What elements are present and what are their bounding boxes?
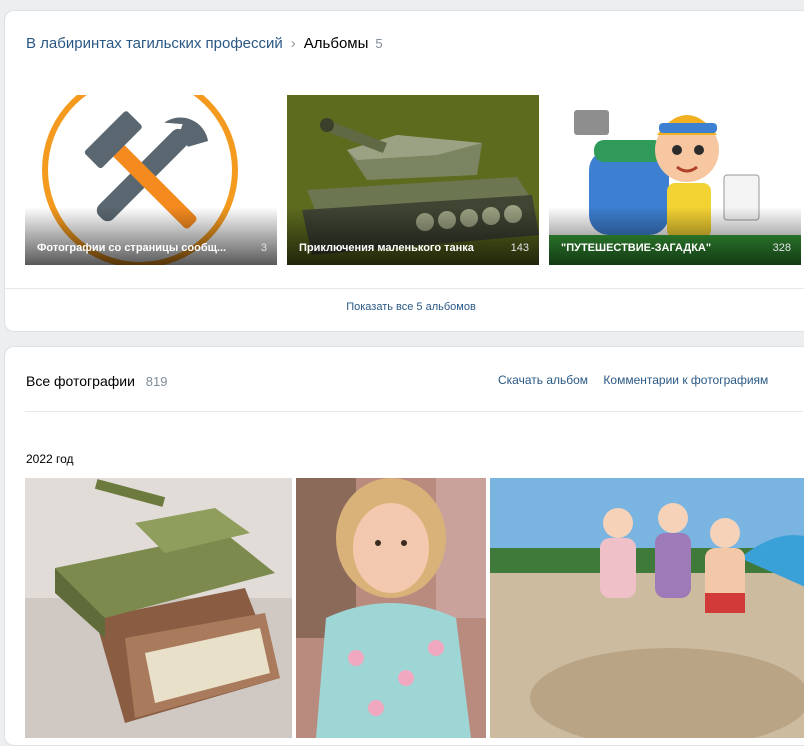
photos-count: 819	[145, 374, 168, 389]
photo-thumbnail[interactable]	[490, 478, 804, 738]
chevron-right-icon: ›	[290, 35, 296, 52]
breadcrumb-group-link[interactable]: В лабиринтах тагильских профессий	[26, 35, 283, 52]
album-photo-count: 328	[772, 242, 791, 254]
album-photo-count: 143	[510, 242, 529, 254]
divider	[5, 288, 804, 289]
album-count: 5	[375, 36, 383, 51]
photos-header: Все фотографии 819	[26, 373, 167, 389]
album-title: "ПУТЕШЕСТВИЕ-ЗАГАДКА"	[561, 242, 712, 254]
breadcrumb-current: Альбомы	[303, 35, 369, 52]
album-caption	[287, 207, 539, 265]
download-album-link[interactable]: Скачать альбом	[498, 373, 588, 387]
albums-row: Фотографии со страницы сообщ... 3 Приклю…	[25, 95, 801, 265]
photo-image	[490, 478, 804, 738]
album-caption	[549, 207, 801, 265]
album-title: Приключения маленького танка	[299, 242, 474, 254]
photo-image	[296, 478, 486, 738]
show-all-albums-link[interactable]: Показать все 5 альбомов	[5, 301, 804, 313]
breadcrumb: В лабиринтах тагильских профессий › Альб…	[26, 35, 383, 52]
photo-image	[25, 478, 292, 738]
photo-comments-link[interactable]: Комментарии к фотографиям	[603, 373, 768, 387]
photo-row	[25, 478, 804, 738]
divider	[25, 411, 803, 412]
photos-card: Все фотографии 819 Скачать альбом Коммен…	[4, 346, 804, 746]
album-title: Фотографии со страницы сообщ...	[37, 242, 227, 254]
photo-thumbnail[interactable]	[296, 478, 486, 738]
album-photo-count: 3	[260, 242, 267, 254]
photo-thumbnail[interactable]	[25, 478, 292, 738]
album-tile[interactable]: Приключения маленького танка 143	[287, 95, 539, 265]
photos-actions: Скачать альбом Комментарии к фотографиям	[498, 373, 768, 387]
photos-title: Все фотографии	[26, 373, 135, 389]
albums-card: В лабиринтах тагильских профессий › Альб…	[4, 10, 804, 332]
album-tile[interactable]: Фотографии со страницы сообщ... 3	[25, 95, 277, 265]
year-label: 2022 год	[26, 452, 74, 466]
album-caption	[25, 207, 277, 265]
album-tile[interactable]: "ПУТЕШЕСТВИЕ-ЗАГАДКА" 328	[549, 95, 801, 265]
